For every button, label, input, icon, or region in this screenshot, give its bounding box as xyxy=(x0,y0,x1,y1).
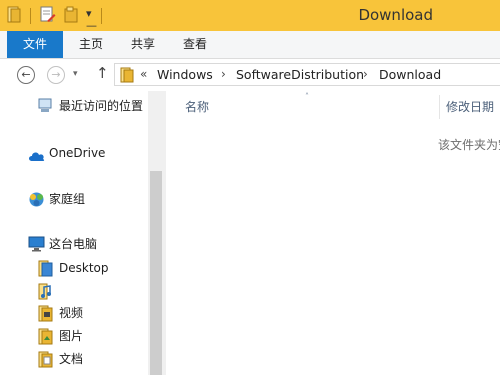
folder-icon xyxy=(38,305,54,326)
new-folder-icon[interactable] xyxy=(64,6,80,27)
this-pc-icon xyxy=(28,236,45,256)
nav-item-music[interactable] xyxy=(38,282,148,302)
folder-icon xyxy=(120,67,134,87)
homegroup-icon xyxy=(28,191,45,212)
separator xyxy=(101,8,102,24)
empty-folder-message: 该文件夹为空。 xyxy=(438,138,500,152)
sort-ascending-icon: ˄ xyxy=(305,92,309,101)
breadcrumb-softwaredistribution[interactable]: SoftwareDistribution xyxy=(236,67,364,82)
column-divider[interactable] xyxy=(439,95,440,119)
nav-item-documents[interactable]: 文档 xyxy=(38,350,148,370)
folder-icon xyxy=(38,351,54,372)
nav-item-desktop[interactable]: Desktop xyxy=(38,259,148,279)
customize-dropdown-icon[interactable]: ▾ — xyxy=(86,8,97,32)
ribbon-tabs: 文件 主页 共享 查看 xyxy=(0,31,500,59)
recent-locations-dropdown-icon[interactable]: ▾ xyxy=(73,69,78,79)
nav-item-recent-places[interactable]: 最近访问的位置 xyxy=(38,97,148,117)
address-bar[interactable]: « Windows › SoftwareDistribution › Downl… xyxy=(114,63,500,86)
nav-item-pictures[interactable]: 图片 xyxy=(38,327,148,347)
separator xyxy=(30,8,31,24)
folder-icon xyxy=(38,260,54,281)
navigation-pane: 最近访问的位置 OneDrive 家庭组 这台电脑 Desktop 视频 图片 … xyxy=(0,91,166,375)
forward-button[interactable]: → xyxy=(47,66,65,84)
nav-pane-scrollbar-thumb[interactable] xyxy=(150,171,162,375)
tab-file[interactable]: 文件 xyxy=(7,31,63,58)
tab-share[interactable]: 共享 xyxy=(122,31,164,58)
nav-item-this-pc[interactable]: 这台电脑 xyxy=(28,235,138,255)
window-title: Download xyxy=(358,6,433,24)
column-header-date-modified[interactable]: 修改日期 xyxy=(446,100,494,115)
folder-icon[interactable] xyxy=(7,6,21,27)
folder-icon xyxy=(38,328,54,349)
up-button[interactable]: ↑ xyxy=(96,64,109,82)
tab-view[interactable]: 查看 xyxy=(174,31,216,58)
onedrive-cloud-icon xyxy=(28,147,46,166)
breadcrumb-windows[interactable]: Windows xyxy=(157,67,213,82)
recent-places-icon xyxy=(38,98,54,118)
nav-item-onedrive[interactable]: OneDrive xyxy=(28,144,138,164)
address-overflow[interactable]: « xyxy=(140,67,147,82)
back-button[interactable]: ← xyxy=(17,66,35,84)
file-list-pane[interactable] xyxy=(166,91,500,375)
breadcrumb-separator[interactable]: › xyxy=(363,67,368,82)
navigation-bar: ← → ▾ ↑ « Windows › SoftwareDistribution… xyxy=(0,59,500,91)
music-icon xyxy=(38,283,52,304)
nav-item-videos[interactable]: 视频 xyxy=(38,304,148,324)
breadcrumb-download[interactable]: Download xyxy=(379,67,441,82)
tab-home[interactable]: 主页 xyxy=(70,31,112,58)
title-bar: ▾ — Download xyxy=(0,0,500,32)
properties-icon[interactable] xyxy=(40,6,56,27)
nav-item-homegroup[interactable]: 家庭组 xyxy=(28,190,138,210)
breadcrumb-separator[interactable]: › xyxy=(221,67,226,82)
column-header-name[interactable]: 名称 xyxy=(185,100,209,115)
